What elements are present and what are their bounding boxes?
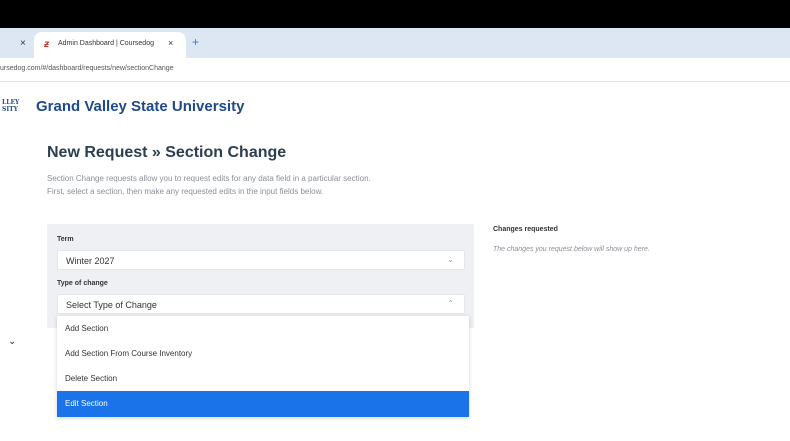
university-name: Grand Valley State University xyxy=(36,98,245,115)
option-add-section[interactable]: Add Section xyxy=(57,316,469,341)
close-tab-icon[interactable]: × xyxy=(168,38,173,48)
university-logo: LLEY SITY xyxy=(2,99,20,113)
option-delete-section[interactable]: Delete Section xyxy=(57,366,469,391)
type-of-change-label: Type of change xyxy=(57,280,108,287)
window-top-bar xyxy=(0,0,790,28)
new-tab-icon[interactable]: + xyxy=(192,35,199,49)
type-of-change-select[interactable]: Select Type of Change ⌃ xyxy=(57,294,465,314)
option-add-section-from-course-inventory[interactable]: Add Section From Course Inventory xyxy=(57,341,469,366)
term-select-value: Winter 2027 xyxy=(66,256,115,266)
changes-requested-placeholder: The changes you request below will show … xyxy=(493,246,650,253)
address-bar[interactable]: ursedog.com/#/dashboard/requests/new/sec… xyxy=(0,58,790,82)
browser-tab-strip: × ƶ Admin Dashboard | Coursedog × + xyxy=(0,28,790,58)
type-of-change-dropdown: Add Section Add Section From Course Inve… xyxy=(57,316,469,417)
url-text[interactable]: ursedog.com/#/dashboard/requests/new/sec… xyxy=(0,65,174,72)
page-title: New Request » Section Change xyxy=(47,144,287,161)
term-label: Term xyxy=(57,236,74,243)
term-select[interactable]: Winter 2027 ⌄ xyxy=(57,250,465,270)
option-label: Add Section xyxy=(65,324,109,333)
chevron-up-icon: ⌃ xyxy=(447,299,454,308)
close-tab-icon[interactable]: × xyxy=(20,38,26,49)
option-label: Edit Section xyxy=(65,399,108,408)
page-description: Section Change requests allow you to req… xyxy=(47,174,371,196)
changes-requested-title: Changes requested xyxy=(493,226,558,233)
section-change-form: Term Winter 2027 ⌄ Type of change Select… xyxy=(47,224,474,328)
tab-title: Admin Dashboard | Coursedog xyxy=(58,40,154,47)
coursedog-favicon-icon: ƶ xyxy=(44,39,49,50)
option-edit-section[interactable]: Edit Section xyxy=(57,391,469,417)
type-of-change-placeholder: Select Type of Change xyxy=(66,300,157,310)
option-label: Delete Section xyxy=(65,374,118,383)
chevron-down-icon: ⌄ xyxy=(447,255,454,264)
option-label: Add Section From Course Inventory xyxy=(65,349,193,358)
chevron-down-icon[interactable]: ⌄ xyxy=(8,336,16,347)
browser-tab-active[interactable]: ƶ Admin Dashboard | Coursedog × xyxy=(34,32,186,58)
